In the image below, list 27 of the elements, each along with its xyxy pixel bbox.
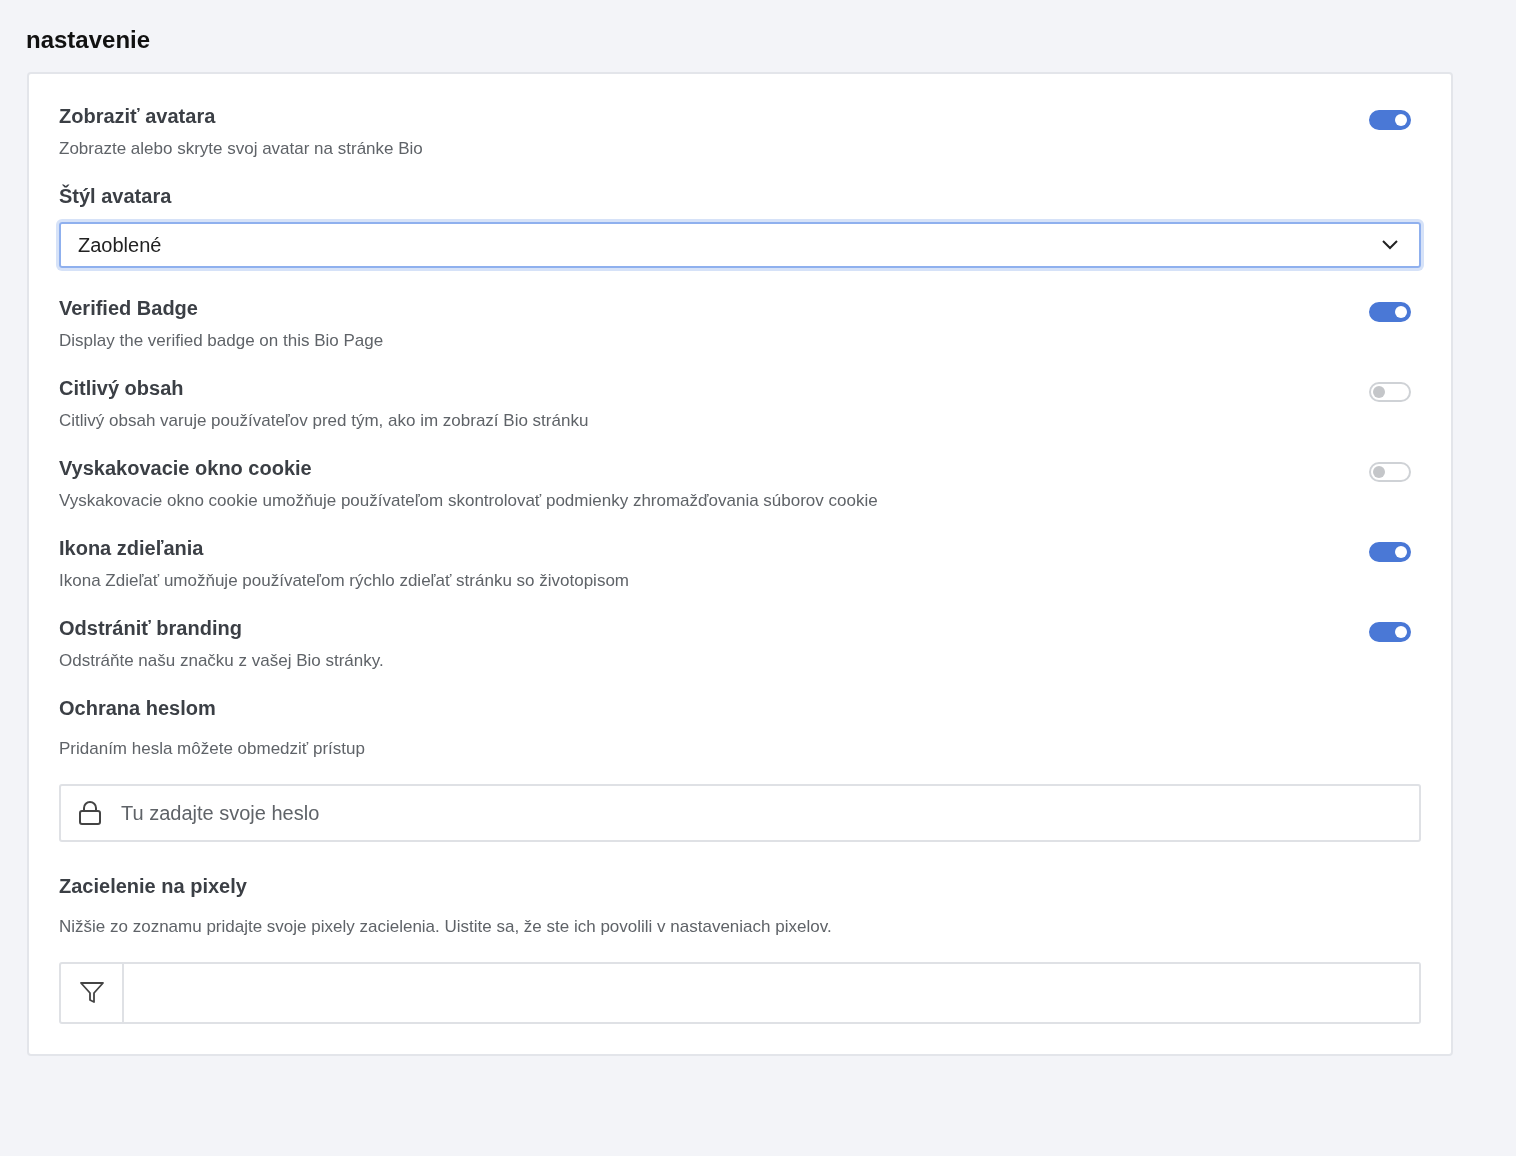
toggle-switch[interactable] [1369, 110, 1411, 130]
setting-title: Odstrániť branding [59, 616, 243, 640]
setting-description: Citlivý obsah varuje používateľov pred tým, ako im zobrazí Bio stránku [59, 410, 589, 432]
setting-title: Vyskakovacie okno cookie [59, 456, 313, 480]
setting-description: Zobrazte alebo skryte svoj avatar na stránke Bio [59, 138, 423, 160]
section-description: Nižšie zo zoznamu pridajte svoje pixely zacielenia. Uistite sa, že ste ich povolili v nastaveniach pixelov. [59, 916, 833, 938]
setting-title: Citlivý obsah [59, 376, 185, 400]
toggle-switch[interactable] [1369, 302, 1411, 322]
toggle-switch[interactable] [1369, 542, 1411, 562]
setting-description: Vyskakovacie okno cookie umožňuje používateľom skontrolovať podmienky zhromažďovania súborov cookie [59, 490, 878, 512]
password-field[interactable]: Tu zadajte svoje heslo [59, 784, 1421, 842]
page-title: nastavenie [26, 25, 152, 55]
lock-icon [79, 801, 101, 825]
setting-title: Štýl avatara [59, 184, 173, 208]
toggle-switch[interactable] [1369, 622, 1411, 642]
section-title: Ochrana heslom [59, 696, 217, 720]
style-select[interactable]: Zaoblené [59, 222, 1421, 268]
chevron-down-icon [1381, 240, 1399, 250]
section-title: Zacielenie na pixely [59, 874, 248, 898]
setting-title: Ikona zdieľania [59, 536, 205, 560]
section-description: Pridaním hesla môžete obmedziť prístup [59, 738, 366, 760]
setting-description: Odstráňte našu značku z vašej Bio stránky. [59, 650, 384, 672]
filter-icon [79, 982, 104, 1004]
setting-title: Zobraziť avatara [59, 104, 217, 128]
setting-description: Display the verified badge on this Bio Page [59, 330, 384, 352]
setting-description: Ikona Zdieľať umožňuje používateľom rýchlo zdieľať stránku so životopisom [59, 570, 629, 592]
setting-title: Verified Badge [59, 296, 199, 320]
